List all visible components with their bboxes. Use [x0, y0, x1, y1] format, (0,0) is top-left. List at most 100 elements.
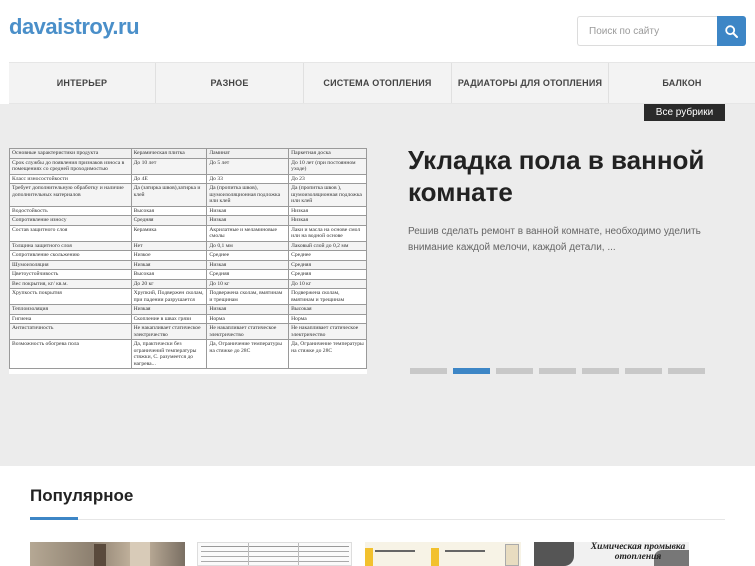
spec-table-cell: Не накапливает статическое электричество [288, 323, 367, 340]
spec-table-cell: Да, Ограничение температуры на стяжке до… [206, 339, 290, 369]
spec-table-cell: До 0,1 мм [206, 240, 290, 251]
slide-title[interactable]: Укладка пола в ванной комнате [408, 144, 748, 208]
slider-pagination [410, 368, 705, 374]
spec-table-cell: Состав защитного слоя [9, 224, 132, 242]
slider-dot[interactable] [539, 368, 576, 374]
popular-thumb-table-doc[interactable] [197, 542, 352, 566]
spec-table-cell: Требует дополнительную обработку и налич… [9, 183, 132, 207]
spec-table-cell: Вес покрытия, кг/ кв.м. [9, 278, 132, 289]
spec-table-row: Шумоизоляция Низкая Низкая Средняя [9, 259, 367, 270]
search-button[interactable] [717, 16, 746, 46]
spec-table-row: Хрупкость покрытия Хрупкий, Подвержен ско… [9, 288, 367, 305]
spec-table-cell: Да (затирка швов),затирка и клей [130, 183, 208, 207]
spec-table-cell: Подвержена сколам, вмятинам и трещинам [206, 288, 290, 305]
spec-table-cell: Низкая [288, 215, 367, 226]
all-rubrics-button[interactable]: Все рубрики [644, 104, 725, 121]
spec-table-cell: До 10 лет (при постоянном уходе) [288, 157, 367, 175]
spec-table-cell: Низкая [288, 205, 367, 216]
spec-table-row: Антистатичность Не накапливает статическо… [9, 323, 367, 340]
spec-table-row: Водостойкость Высокая Низкая Низкая [9, 205, 367, 216]
spec-table: Основные характеристики продукта Керамиче… [9, 148, 367, 369]
spec-table-row: Возможность обогрева пола Да, практически… [9, 339, 367, 369]
spec-table-row: Основные характеристики продукта Керамиче… [9, 148, 367, 159]
spec-table-cell: Антистатичность [9, 323, 132, 340]
spec-table-row: Сопротивление скольжению Низкое Среднее Сре… [9, 250, 367, 261]
spec-table-cell: Паркетная доска [288, 148, 367, 159]
slider-dot[interactable] [410, 368, 447, 374]
nav-item-heating-system[interactable]: СИСТЕМА ОТОПЛЕНИЯ [304, 63, 452, 103]
spec-table-cell: Высокая [288, 304, 367, 315]
search-icon [725, 24, 738, 38]
spec-table-cell: Да (пропитка швов ), шумоизоляционная по… [288, 183, 367, 207]
popular-title: Популярное [30, 486, 134, 505]
nav-item-misc[interactable]: РАЗНОЕ [156, 63, 304, 103]
spec-table-cell: Не накапливает статическое электричество [206, 323, 290, 340]
nav-item-balcony[interactable]: БАЛКОН [609, 63, 755, 103]
spec-table-cell: Класс износостойкости [9, 173, 132, 184]
spec-table-cell: Низкая [206, 259, 290, 270]
spec-table-cell: Низкая [206, 205, 290, 216]
spec-table-cell: До 20 кг [130, 278, 208, 289]
spec-table-cell: Средняя [130, 215, 208, 226]
spec-table-cell: Средняя [288, 269, 367, 280]
spec-table-cell: До 5 лет [206, 157, 290, 175]
popular-divider [78, 519, 725, 520]
spec-table-cell: Возможность обогрева пола [9, 339, 132, 369]
spec-table-cell: Лаковый слой до 0,2 мм [288, 240, 367, 251]
spec-table-row: Толщина защитного слоя Нет До 0,1 мм Лаковы… [9, 240, 367, 251]
popular-thumb-caption: Химическая промывка отопления [590, 542, 686, 562]
slider-dot[interactable] [668, 368, 705, 374]
spec-table-cell: Шумоизоляция [9, 259, 132, 270]
spec-table-cell: До 33 [206, 173, 290, 184]
main-nav: ИНТЕРЬЕР РАЗНОЕ СИСТЕМА ОТОПЛЕНИЯ РАДИАТ… [9, 62, 755, 104]
popular-thumb-yellow-doc[interactable] [365, 542, 521, 566]
slider-dot[interactable] [453, 368, 490, 374]
spec-table-cell: Низкая [206, 304, 290, 315]
spec-table-cell: До 10 лет [130, 157, 208, 175]
spec-table-row: Срок службы до появления признаков износ… [9, 157, 367, 175]
spec-table-cell: Срок службы до появления признаков износ… [9, 157, 132, 175]
spec-table-cell: Хрупкость покрытия [9, 288, 132, 305]
spec-table-row: Цветоустойчивость Высокая Средняя Средняя [9, 269, 367, 280]
spec-table-cell: Норма [288, 313, 367, 324]
spec-table-cell: Водостойкость [9, 205, 132, 216]
spec-table-cell: До 23 [288, 173, 367, 184]
spec-table-cell: Средняя [288, 259, 367, 270]
search-input[interactable] [577, 16, 717, 46]
spec-table-cell: Среднее [206, 250, 290, 261]
spec-table-cell: Основные характеристики продукта [9, 148, 132, 159]
popular-thumb-bathroom-floor[interactable] [30, 542, 185, 566]
spec-table-cell: Низкая [130, 304, 208, 315]
spec-table-cell: Да, практически без ограничений температ… [130, 339, 208, 369]
spec-table-cell: Сопротивление износу [9, 215, 132, 226]
spec-table-row: Состав защитного слоя Керамика Акрилатные … [9, 224, 367, 242]
slide-image[interactable]: Основные характеристики продукта Керамиче… [9, 148, 367, 374]
site-logo[interactable]: davaistroy.ru [9, 14, 140, 40]
slider-dot[interactable] [496, 368, 533, 374]
nav-item-interior[interactable]: ИНТЕРЬЕР [9, 63, 156, 103]
popular-thumb-heating-flush[interactable]: Химическая промывка отопления [534, 542, 689, 566]
spec-table-cell: Хрупкий, Подвержен сколам, при падении р… [130, 288, 208, 305]
spec-table-cell: Толщина защитного слоя [9, 240, 132, 251]
spec-table-cell: До 4Е [130, 173, 208, 184]
spec-table-cell: Низкая [130, 259, 208, 270]
spec-table-cell: Да, Ограничение температуры на стяжке до… [288, 339, 367, 369]
spec-table-cell: До 10 кг [288, 278, 367, 289]
spec-table-cell: Низкое [130, 250, 208, 261]
slide-excerpt: Решив сделать ремонт в ванной комнате, н… [408, 226, 701, 253]
spec-table-row: Класс износостойкости До 4Е До 33 До 23 [9, 173, 367, 184]
spec-table-row: Требует дополнительную обработку и налич… [9, 183, 367, 207]
nav-item-radiators[interactable]: РАДИАТОРЫ ДЛЯ ОТОПЛЕНИЯ [452, 63, 609, 103]
spec-table-cell: Норма [206, 313, 290, 324]
spec-table-cell: До 10 кг [206, 278, 290, 289]
site-header: davaistroy.ru [0, 0, 755, 62]
spec-table-cell: Ламинат [206, 148, 290, 159]
spec-table-cell: Акрилатные и меламиновые смолы [206, 224, 290, 242]
spec-table-cell: Сопротивление скольжению [9, 250, 132, 261]
spec-table-cell: Да (пропитка швов), шумоизоляционная под… [206, 183, 290, 207]
spec-table-cell: Теплоизоляция [9, 304, 132, 315]
slider-dot[interactable] [582, 368, 619, 374]
spec-table-cell: Не накапливает статическое электричество [130, 323, 208, 340]
slider-dot[interactable] [625, 368, 662, 374]
spec-table-row: Гигиена Скопление в швах грязи Норма Норма [9, 313, 367, 324]
